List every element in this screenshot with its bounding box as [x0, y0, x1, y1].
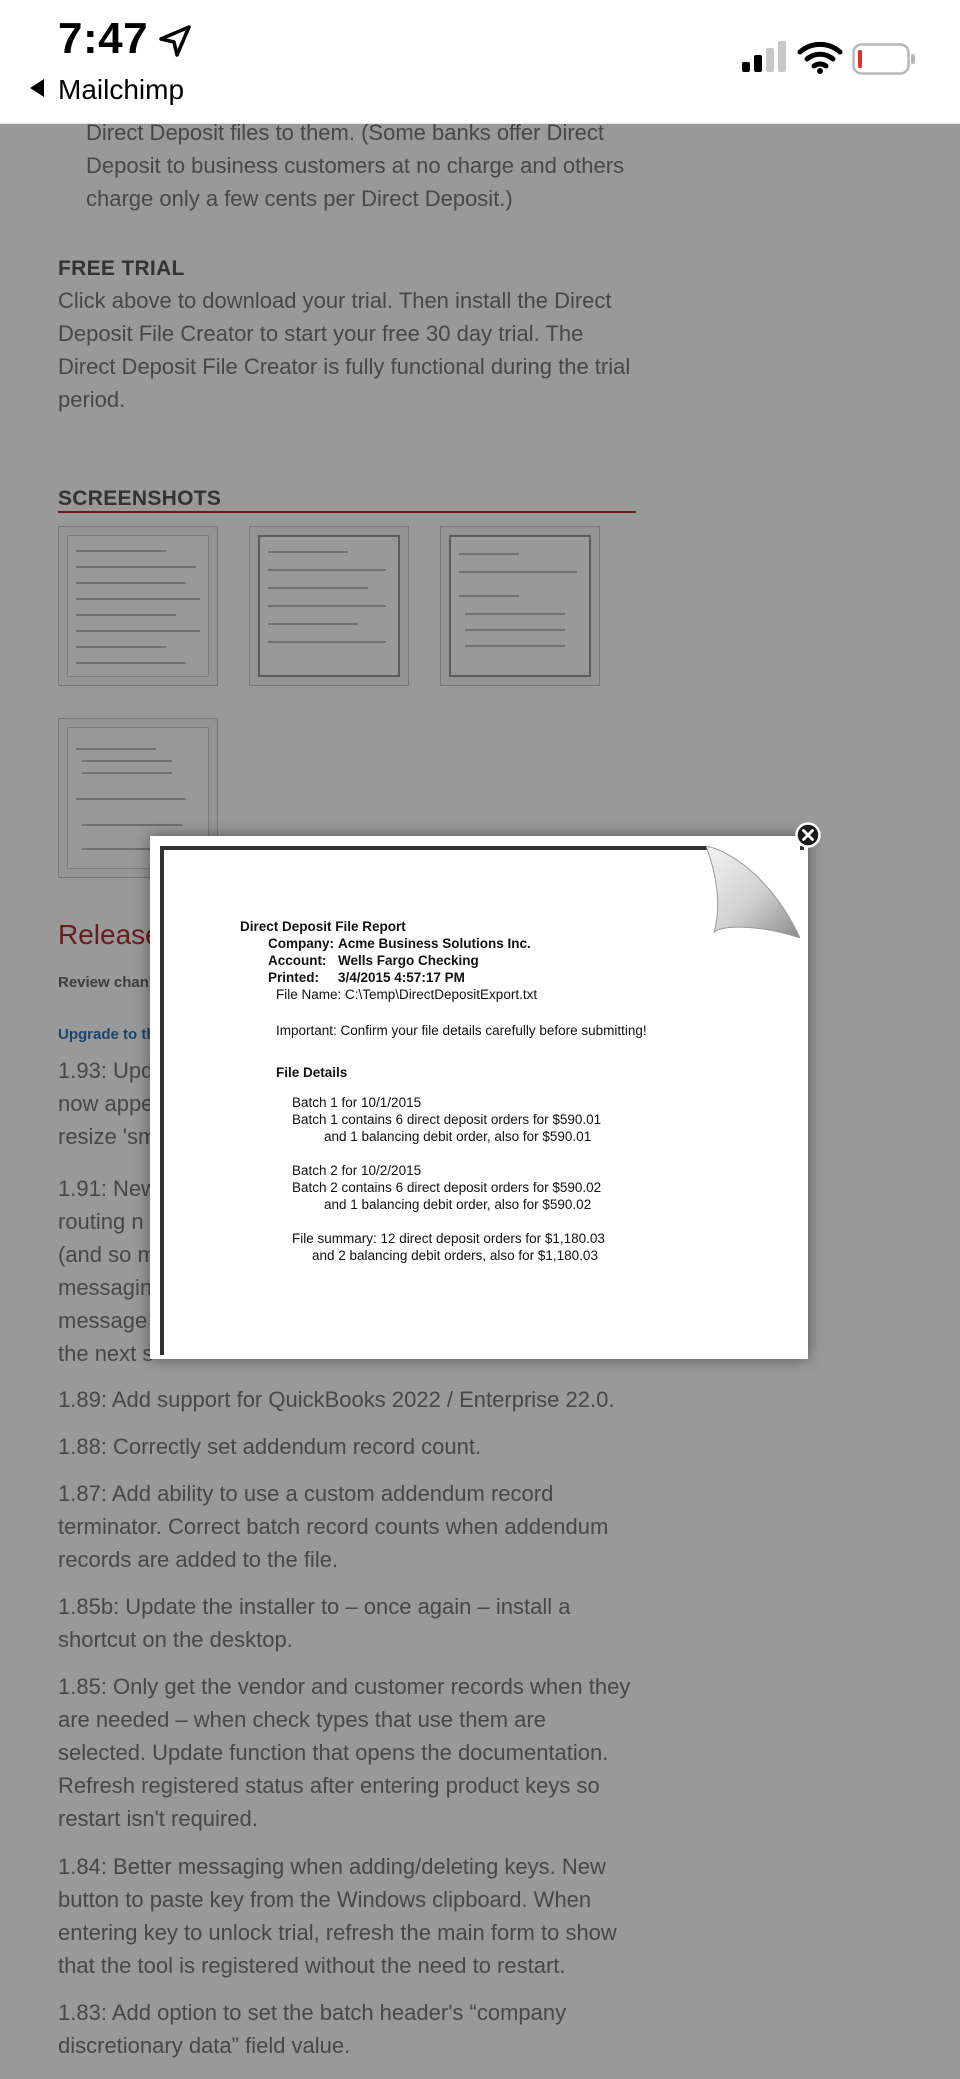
summary-line-1: File summary: 12 direct deposit orders f… — [292, 1231, 605, 1246]
batch-1-line-2: and 1 balancing debit order, also for $5… — [324, 1129, 592, 1144]
location-arrow-icon — [159, 25, 191, 57]
company-row: Company: Acme Business Solutions Inc. — [268, 935, 531, 952]
account-value: Wells Fargo Checking — [338, 953, 479, 968]
batch-2-line-1: Batch 2 contains 6 direct deposit orders… — [292, 1180, 602, 1195]
file-name: File Name: C:\Temp\DirectDepositExport.t… — [276, 987, 538, 1002]
printed-value: 3/4/2015 4:57:17 PM — [338, 970, 465, 985]
batch-1-line-1: Batch 1 contains 6 direct deposit orders… — [292, 1112, 602, 1127]
printed-row: Printed: 3/4/2015 4:57:17 PM — [268, 969, 465, 986]
company-label: Company: — [268, 936, 335, 951]
printed-label: Printed: — [268, 970, 320, 985]
file-details-heading: File Details — [276, 1065, 348, 1080]
account-row: Account: Wells Fargo Checking — [268, 952, 479, 969]
account-label: Account: — [268, 953, 327, 968]
back-to-app-link[interactable]: Mailchimp — [30, 74, 184, 106]
report-title: Direct Deposit File Report — [240, 919, 406, 934]
company-value: Acme Business Solutions Inc. — [338, 936, 531, 951]
status-bar: 7:47 Mailchimp — [0, 0, 960, 124]
back-arrow-icon — [30, 79, 44, 97]
batch-2-heading: Batch 2 for 10/2/2015 — [292, 1163, 422, 1178]
back-app-label: Mailchimp — [58, 74, 185, 105]
lightbox-image: Direct Deposit File Report Company: Acme … — [150, 836, 808, 1359]
batch-1-heading: Batch 1 for 10/1/2015 — [292, 1095, 422, 1110]
battery-low-icon — [852, 43, 915, 75]
close-icon[interactable] — [795, 822, 821, 848]
batch-2-line-2: and 1 balancing debit order, also for $5… — [324, 1197, 592, 1212]
important-notice: Important: Confirm your file details car… — [276, 1023, 647, 1038]
cellular-signal-icon — [742, 41, 786, 72]
summary-line-2: and 2 balancing debit orders, also for $… — [312, 1248, 598, 1263]
clock: 7:47 — [58, 14, 149, 63]
page-curl-icon — [706, 846, 800, 938]
wifi-icon — [797, 41, 843, 74]
